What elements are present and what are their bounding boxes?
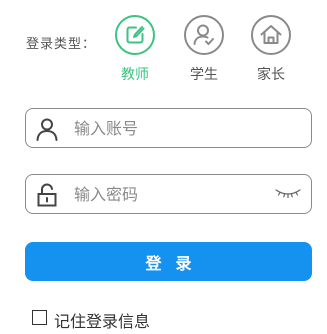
login-type-label: 登录类型： xyxy=(26,37,97,52)
role-parent-circle xyxy=(251,15,291,55)
remember-login-label: 记住登录信息 xyxy=(54,312,151,331)
account-input[interactable] xyxy=(74,115,264,141)
user-icon xyxy=(36,118,58,141)
role-student-label: 学生 xyxy=(190,67,218,83)
role-teacher-circle xyxy=(115,15,155,55)
edit-square-icon xyxy=(126,26,145,44)
account-field[interactable] xyxy=(25,108,312,148)
checkbox-box[interactable] xyxy=(32,310,47,325)
password-field[interactable] xyxy=(25,174,312,214)
home-icon xyxy=(260,25,282,44)
lock-icon xyxy=(37,183,57,207)
password-input[interactable] xyxy=(74,181,264,207)
role-teacher[interactable]: 教师 xyxy=(109,14,163,84)
login-button[interactable]: 登录 xyxy=(25,242,312,281)
eye-closed-icon[interactable] xyxy=(275,187,301,201)
role-student[interactable]: 学生 xyxy=(178,14,232,84)
role-parent[interactable]: 家长 xyxy=(245,14,299,84)
role-parent-label: 家长 xyxy=(257,67,285,83)
user-check-icon xyxy=(193,24,214,45)
login-panel: 登录类型： 教师 学生 家长 输入账号 登录 记住登录信息 xyxy=(0,0,327,334)
role-student-circle xyxy=(184,15,224,55)
role-teacher-label: 教师 xyxy=(121,67,149,83)
